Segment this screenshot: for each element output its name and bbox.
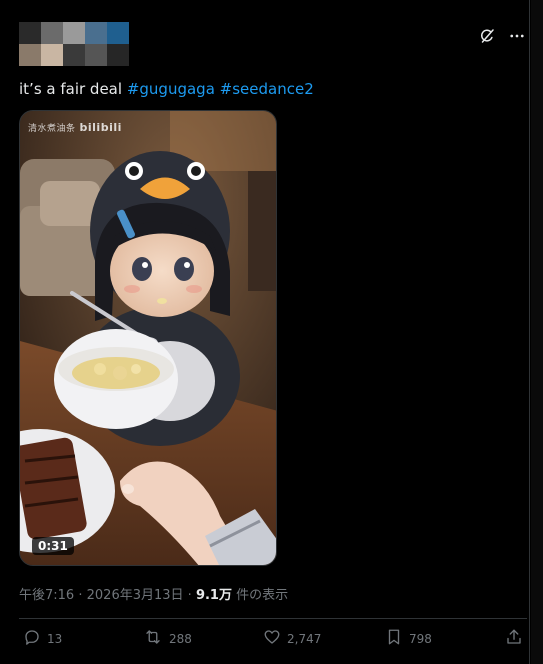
pixel-block bbox=[85, 22, 107, 44]
post-body: it’s a fair deal bbox=[19, 80, 123, 98]
reply-icon bbox=[23, 628, 41, 649]
post-action-bar: 13 288 2,747 798 bbox=[19, 628, 527, 652]
pixel-block bbox=[63, 44, 85, 66]
watermark-brand: bilibili bbox=[79, 121, 122, 134]
repost-count: 288 bbox=[169, 631, 192, 646]
like-count: 2,747 bbox=[287, 631, 322, 646]
post-header-actions bbox=[477, 26, 527, 46]
heart-icon bbox=[263, 628, 281, 649]
meta-separator: · bbox=[187, 588, 192, 603]
hashtag-link[interactable]: #seedance2 bbox=[220, 80, 314, 98]
grok-translate-icon[interactable] bbox=[477, 26, 497, 46]
share-button[interactable] bbox=[505, 628, 523, 649]
video-duration-badge: 0:31 bbox=[32, 537, 74, 555]
pixel-block bbox=[41, 44, 63, 66]
page-scrollbar[interactable] bbox=[531, 0, 543, 664]
watermark-text: 清水煮油条 bbox=[28, 124, 76, 134]
more-options-icon[interactable] bbox=[507, 26, 527, 46]
reply-count: 13 bbox=[47, 631, 63, 646]
views-count: 9.1万 bbox=[195, 588, 232, 603]
post-metadata: 午後7:16 · 2026年3月13日 · 9.1万 件の表示 bbox=[19, 584, 288, 603]
bookmark-button[interactable]: 798 bbox=[385, 628, 432, 649]
author-header-blurred[interactable] bbox=[19, 22, 129, 66]
repost-button[interactable]: 288 bbox=[143, 628, 192, 649]
action-bar-divider bbox=[19, 618, 527, 619]
post-date[interactable]: 2026年3月13日 bbox=[87, 588, 184, 603]
bookmark-count: 798 bbox=[409, 631, 432, 646]
views-label: 件の表示 bbox=[236, 588, 289, 603]
repost-icon bbox=[143, 628, 163, 649]
pixel-block bbox=[19, 44, 41, 66]
reply-button[interactable]: 13 bbox=[23, 628, 62, 649]
pixel-block bbox=[41, 22, 63, 44]
post-time[interactable]: 午後7:16 bbox=[19, 588, 74, 603]
hashtag-link[interactable]: #gugugaga bbox=[127, 80, 215, 98]
pixel-block bbox=[107, 22, 129, 44]
video-thumbnail bbox=[20, 111, 276, 565]
pixel-block bbox=[63, 22, 85, 44]
previous-content-fragment: · · · bbox=[60, 0, 92, 5]
video-player[interactable]: 清水煮油条 bilibili 0:31 bbox=[19, 110, 277, 566]
meta-separator: · bbox=[78, 588, 83, 603]
pixel-block bbox=[19, 22, 41, 44]
pixel-block bbox=[85, 44, 107, 66]
post-text: it’s a fair deal #gugugaga #seedance2 bbox=[19, 79, 314, 99]
video-watermark: 清水煮油条 bilibili bbox=[28, 121, 122, 134]
bookmark-icon bbox=[385, 628, 403, 649]
like-button[interactable]: 2,747 bbox=[263, 628, 321, 649]
share-icon bbox=[505, 628, 523, 649]
pixel-block bbox=[107, 44, 129, 66]
